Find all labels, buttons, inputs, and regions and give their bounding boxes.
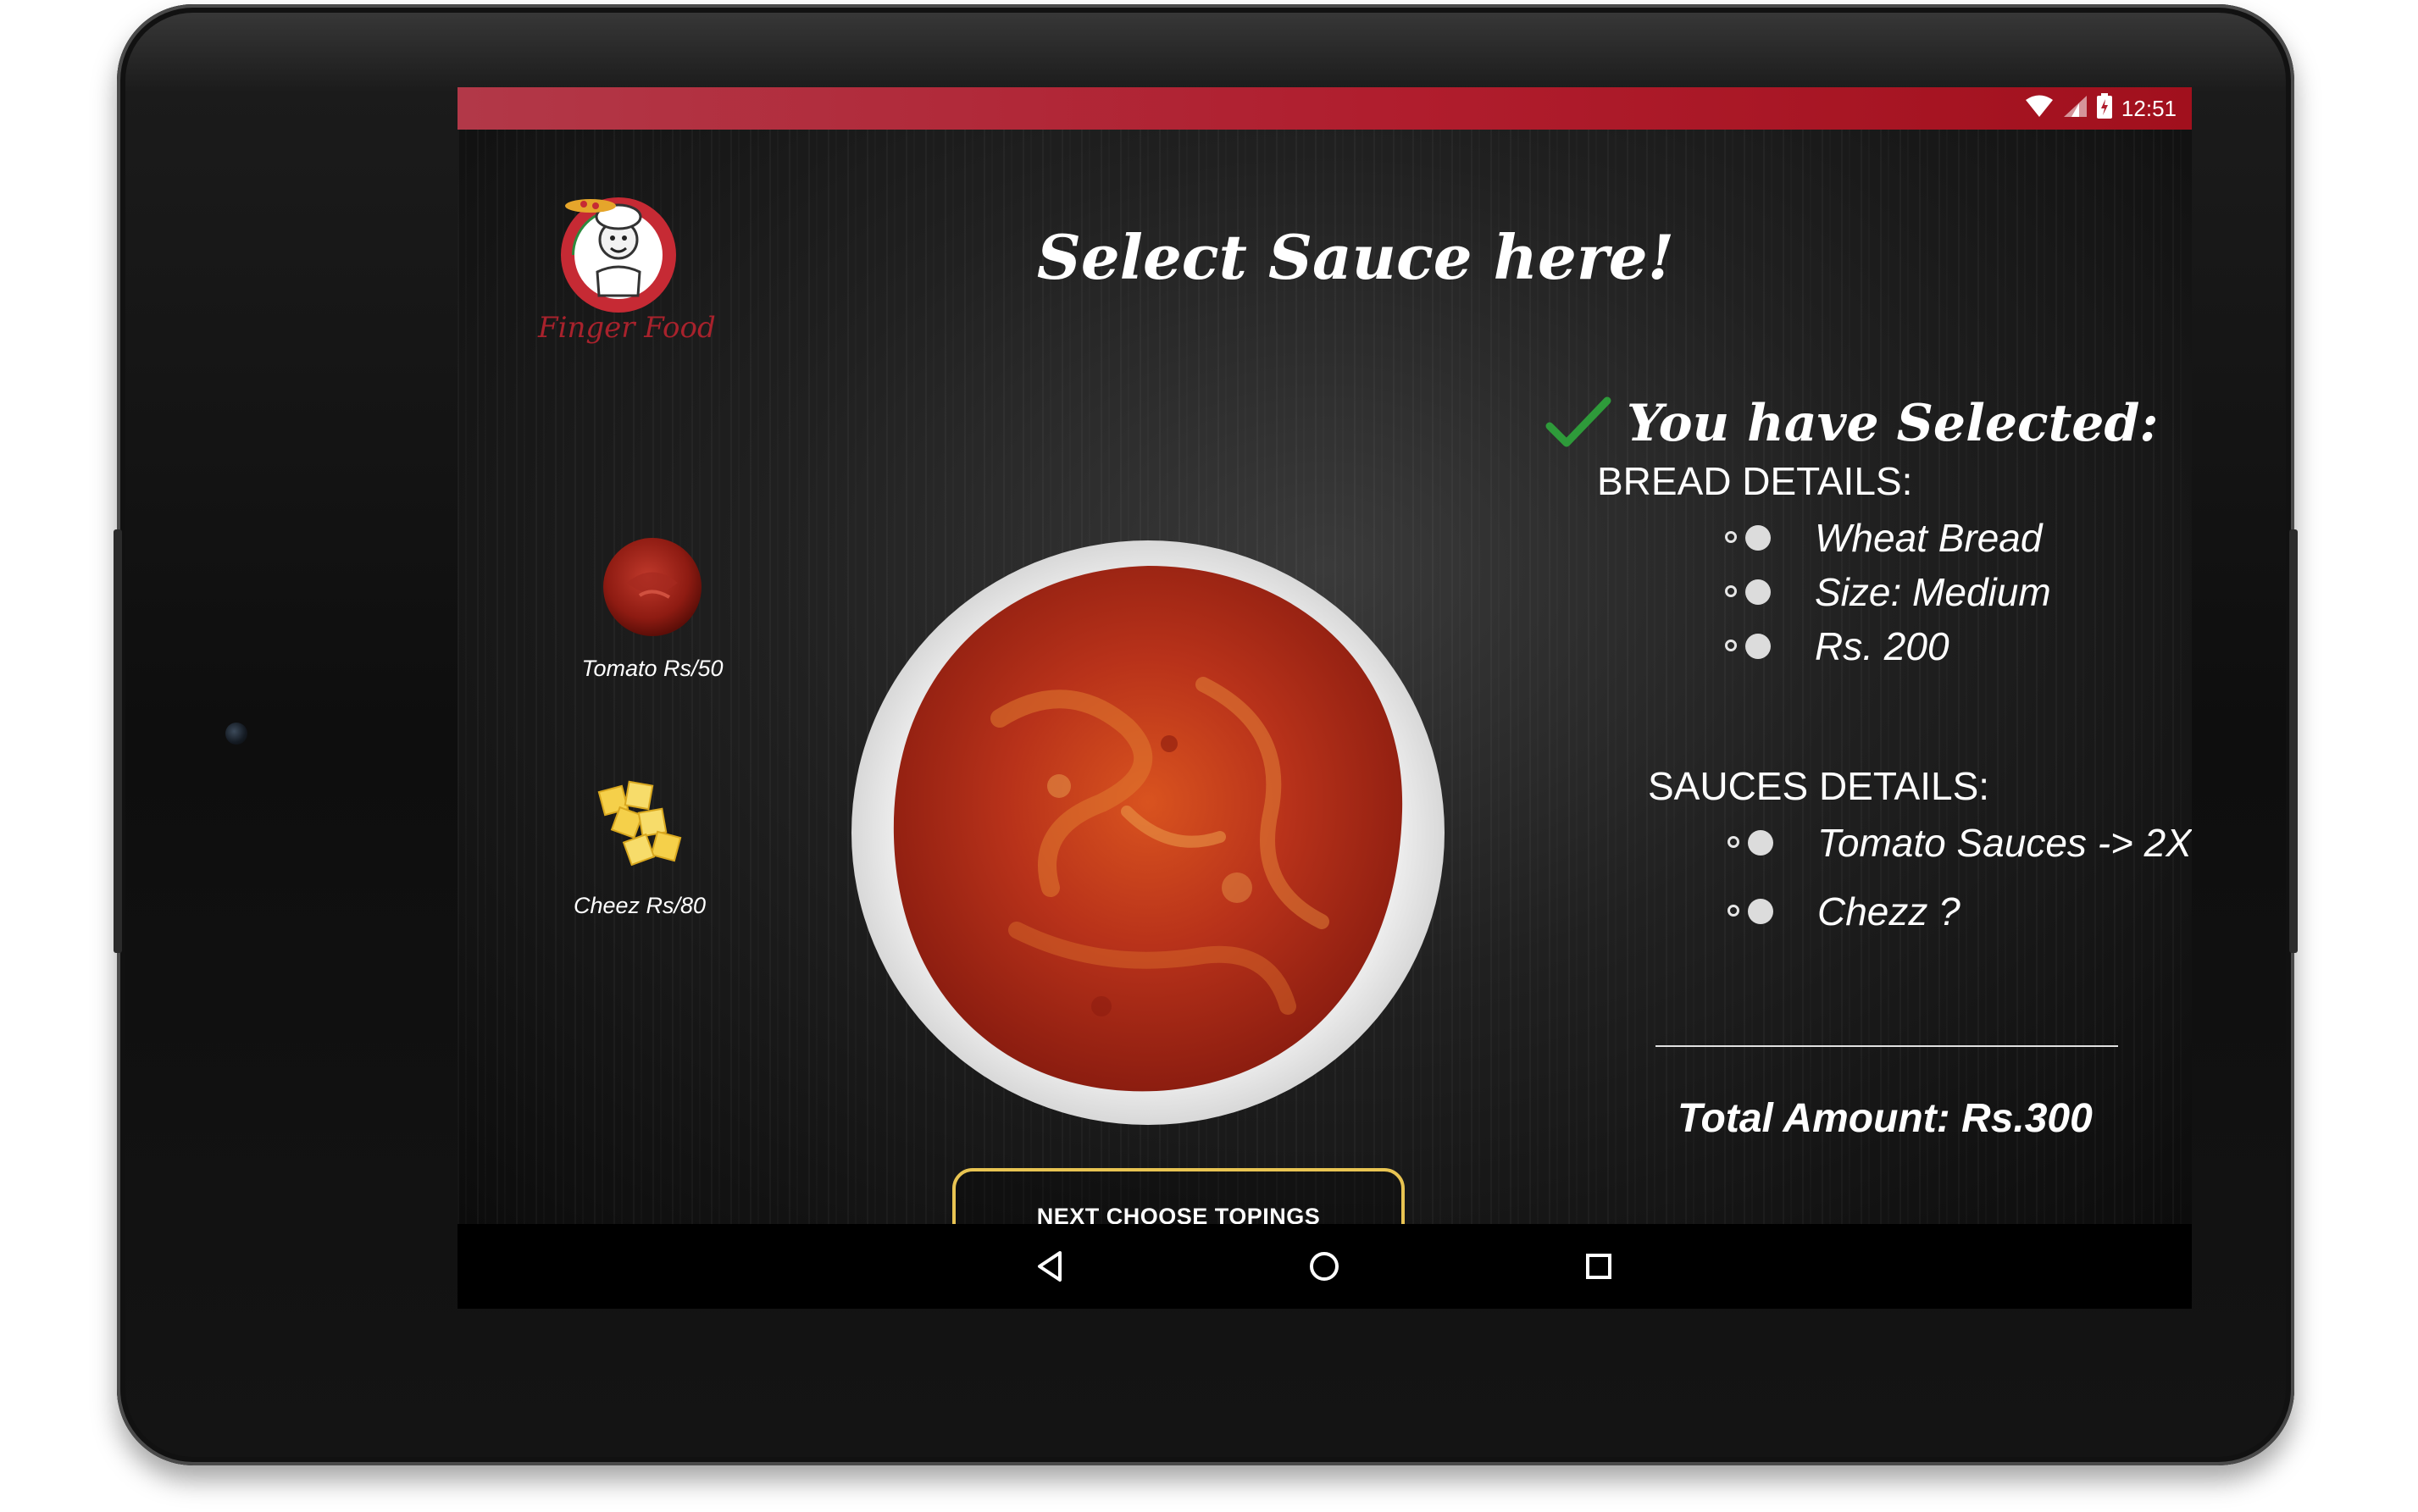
bread-details-title: BREAD DETAILS: (1597, 459, 1913, 503)
recents-icon (1586, 1254, 1611, 1279)
battery-icon (2096, 92, 2113, 125)
back-button[interactable] (1026, 1243, 1073, 1290)
wifi-icon (2025, 94, 2054, 124)
sauce-detail-item: Chezz ? (1728, 889, 1960, 934)
tomato-sauce-icon (603, 538, 702, 636)
bread-detail-item: Rs. 200 (1725, 623, 1949, 669)
app-logo: Finger Food (538, 187, 716, 357)
sauce-label: Tomato Rs/50 (581, 656, 724, 681)
double-dot-bullet-icon (1728, 830, 1778, 856)
bread-detail-item: Wheat Bread (1725, 515, 2042, 561)
back-icon (1038, 1251, 1062, 1282)
clock: 12:51 (2121, 95, 2177, 121)
double-dot-bullet-icon (1728, 899, 1778, 924)
checkmark-icon (1545, 394, 1612, 453)
app-content: Finger Food Select Sauce here! Tomato Rs… (458, 130, 2192, 1265)
divider (1655, 1045, 2118, 1047)
screen: 12:51 Finger Food Select Sauce here! Tom… (458, 87, 2192, 1309)
double-dot-bullet-icon (1725, 634, 1776, 659)
tablet-frame: 12:51 Finger Food Select Sauce here! Tom… (114, 4, 2298, 1465)
side-button (2289, 529, 2298, 953)
logo-text: Finger Food (538, 311, 716, 345)
side-button (114, 529, 122, 953)
home-icon (1310, 1252, 1339, 1281)
page-title-container: Select Sauce here! (1034, 221, 1678, 293)
total-amount: Total Amount: Rs.300 (1678, 1096, 2093, 1141)
sauce-option-tomato[interactable]: Tomato Rs/50 (576, 536, 729, 682)
double-dot-bullet-icon (1725, 525, 1776, 551)
signal-icon (2062, 94, 2088, 124)
home-button[interactable] (1301, 1243, 1348, 1290)
navigation-bar (458, 1224, 2192, 1309)
summary-heading: You have Selected: (1627, 394, 2159, 453)
sauce-detail-item: Tomato Sauces -> 2X (1728, 820, 2192, 866)
status-bar: 12:51 (458, 87, 2192, 130)
sauces-details-title: SAUCES DETAILS: (1648, 764, 1990, 808)
double-dot-bullet-icon (1725, 579, 1776, 605)
camera-icon (225, 723, 247, 745)
sauce-option-cheez[interactable]: Cheez Rs/80 (559, 773, 720, 919)
recents-button[interactable] (1575, 1243, 1622, 1290)
cheese-icon (597, 780, 682, 867)
sauce-label: Cheez Rs/80 (573, 893, 707, 918)
page-title: Select Sauce here! (1036, 221, 1675, 293)
bread-detail-item: Size: Medium (1725, 569, 2051, 615)
pizza-preview (847, 532, 1449, 1133)
